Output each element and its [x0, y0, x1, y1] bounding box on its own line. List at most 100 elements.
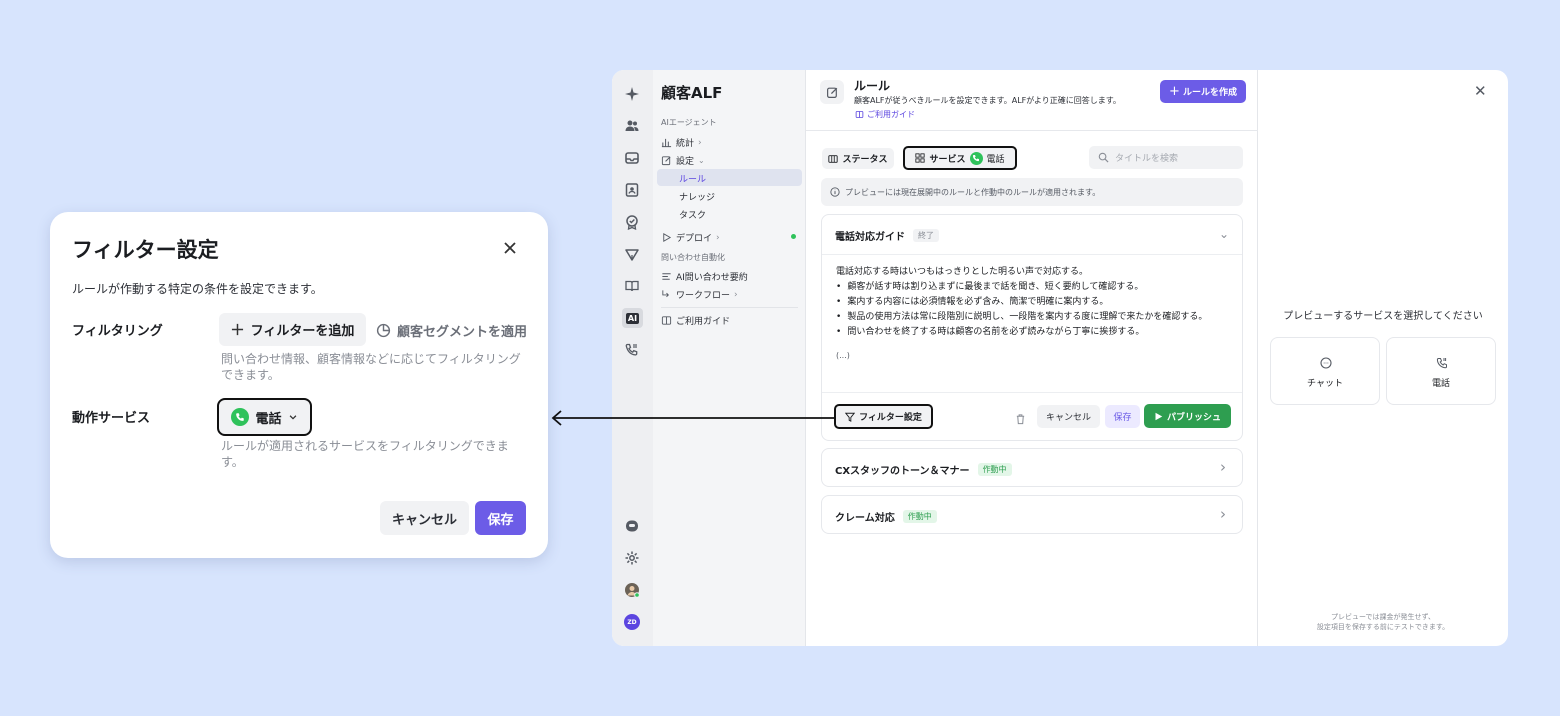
info-icon [830, 187, 840, 197]
search-icon [1098, 152, 1109, 163]
search-input[interactable]: タイトルを検索 [1089, 146, 1243, 169]
save-button[interactable]: 保存 [475, 501, 526, 535]
rule-title-row[interactable]: 電話対応ガイド 終了 [835, 228, 939, 243]
nav-sidebar: 顧客ALF AIエージェント 統計 › 設定 ⌄ ルール ナレッジ タスク デプロイ… [653, 70, 806, 646]
rule-title: CXスタッフのトーン＆マナー [835, 466, 970, 477]
rule-title: 電話対応ガイド [835, 232, 905, 243]
page-title: ルール [854, 79, 891, 93]
workflow-icon [662, 290, 669, 298]
divider [822, 254, 1242, 255]
chevron-right-icon: › [716, 232, 720, 243]
send-icon[interactable] [623, 246, 641, 264]
chevron-right-icon: › [698, 137, 702, 148]
service-filter-chip[interactable]: サービス 電話 [903, 146, 1017, 170]
section-automation: 問い合わせ自動化 [661, 253, 725, 262]
avatar[interactable] [623, 581, 641, 599]
divider [661, 307, 798, 308]
apply-segment-button[interactable]: 顧客セグメントを適用 [376, 321, 527, 340]
list-item: • 案内する内容には必須情報を必ず含み、簡潔で明確に案内する。 [836, 297, 1109, 307]
app-window: AI ZD 顧客ALF AIエージェント 統計 › 設定 ⌄ ルール ナレッジ タス… [612, 70, 1508, 646]
publish-button[interactable]: パブリッシュ [1144, 404, 1231, 428]
nav-item-deploy[interactable]: デプロイ › [661, 231, 720, 244]
nav-item-tasks[interactable]: タスク [679, 208, 706, 221]
gear-icon[interactable] [623, 549, 641, 567]
nav-item-knowledge[interactable]: ナレッジ [679, 190, 715, 203]
filter-settings-modal: フィルター設定 ルールが作動する特定の条件を設定できます。 フィルタリング フィ… [50, 212, 548, 558]
edit-icon [820, 80, 844, 104]
rule-card[interactable]: CXスタッフのトーン＆マナー 作動中 › [821, 448, 1243, 487]
nav-item-settings[interactable]: 設定 ⌄ [661, 154, 705, 167]
phone-icon [231, 408, 250, 426]
cancel-button[interactable]: キャンセル [380, 501, 469, 535]
chevron-right-icon: › [1220, 505, 1226, 523]
play-icon [1155, 412, 1163, 420]
grid-icon [915, 153, 926, 163]
plus-icon: + [1169, 84, 1180, 99]
workspace-logo[interactable]: ZD [623, 613, 641, 631]
divider [806, 130, 1258, 131]
preview-footnote: プレビューでは課金が発生せず、 設定項目を保存する前にテストできます。 [1316, 613, 1450, 631]
preview-notice: プレビューには現在展開中のルールと作動中のルールが適用されます。 [821, 178, 1243, 206]
list-item: • 顧客が話す時は割り込まずに最後まで話を聞き、短く要約して確認する。 [836, 282, 1144, 292]
bar-chart-icon [661, 138, 672, 148]
rule-title: クレーム対応 [835, 513, 895, 524]
filter-settings-button[interactable]: フィルター設定 [834, 404, 933, 429]
status-filter-chip[interactable]: ステータス [822, 148, 894, 169]
rule-card-expanded: 電話対応ガイド 終了 ⌄ 電話対応する時はいつもはっきりとした明るい声で対応する… [821, 214, 1243, 441]
list-item: • 製品の使用方法は常に段階別に説明し、一段階を案内する度に理解で来たかを確認する… [836, 312, 1208, 322]
create-rule-button[interactable]: + ルールを作成 [1160, 80, 1246, 103]
phone-call-icon[interactable] [623, 341, 641, 359]
modal-title: フィルター設定 [72, 238, 219, 262]
rule-card[interactable]: クレーム対応 作動中 › [821, 495, 1243, 534]
phone-icon [969, 151, 983, 165]
status-badge: 終了 [913, 229, 939, 242]
divider [822, 392, 1242, 393]
lines-icon [662, 273, 671, 280]
preview-phone-option[interactable]: 電話 [1386, 337, 1496, 405]
service-help: ルールが適用されるサービスをフィルタリングできます。 [221, 439, 509, 469]
trash-icon[interactable] [1015, 410, 1027, 425]
pie-chart-icon [376, 323, 391, 338]
sparkle-icon[interactable] [623, 85, 641, 103]
rules-panel: ルール 顧客ALFが従うべきルールを設定できます。ALFがより正確に回答します。… [806, 70, 1258, 646]
chevron-down-icon[interactable]: ⌄ [1219, 227, 1229, 241]
status-badge: 作動中 [977, 463, 1012, 476]
close-icon[interactable] [502, 240, 518, 256]
badge-icon[interactable] [623, 213, 641, 231]
book-icon [855, 111, 864, 118]
preview-prompt: プレビューするサービスを選択してください [1283, 311, 1483, 322]
chat-bubble-icon[interactable] [623, 517, 641, 535]
edit-icon [661, 156, 671, 166]
section-agent: AIエージェント [661, 118, 717, 127]
preview-panel: ✕ プレビューするサービスを選択してください チャット 電話 プレビューでは課金… [1258, 70, 1508, 646]
book-icon [661, 316, 672, 325]
filtering-label: フィルタリング [72, 324, 163, 339]
list-item: • 問い合わせを終了する時は顧客の名前を必ず読みながら丁寧に挨拶する。 [836, 327, 1145, 337]
users-icon[interactable] [623, 117, 641, 135]
nav-item-stats[interactable]: 統計 › [661, 136, 702, 149]
play-outline-icon [663, 233, 672, 242]
contact-icon[interactable] [623, 181, 641, 199]
preview-chat-option[interactable]: チャット [1270, 337, 1380, 405]
ai-icon[interactable]: AI [622, 308, 643, 328]
phone-call-icon [1436, 354, 1448, 373]
filtering-help: 問い合わせ情報、顧客情報などに応じてフィルタリングできます。 [221, 352, 521, 382]
nav-title: 顧客ALF [661, 84, 723, 102]
nav-item-guide[interactable]: ご利用ガイド [661, 314, 730, 327]
save-button[interactable]: 保存 [1105, 405, 1140, 428]
nav-item-workflow[interactable]: ワークフロー › [661, 288, 738, 301]
add-filter-button[interactable]: フィルターを追加 [219, 313, 366, 346]
rule-body[interactable]: 電話対応する時はいつもはっきりとした明るい声で対応する。 • 顧客が話す時は割り込… [836, 265, 1234, 363]
book-icon[interactable] [623, 277, 641, 295]
page-description: 顧客ALFが従うべきルールを設定できます。ALFがより正確に回答します。 [854, 96, 1121, 105]
modal-description: ルールが作動する特定の条件を設定できます。 [72, 282, 323, 296]
guide-link[interactable]: ご利用ガイド [855, 109, 915, 120]
cancel-button[interactable]: キャンセル [1037, 405, 1100, 428]
nav-item-ai-summary[interactable]: AI問い合わせ要約 [661, 270, 748, 283]
deploy-status-dot [791, 234, 796, 239]
service-select[interactable]: 電話 [217, 398, 312, 436]
inbox-icon[interactable] [623, 149, 641, 167]
close-icon[interactable]: ✕ [1474, 84, 1488, 99]
filter-icon [845, 412, 856, 422]
nav-item-rules[interactable]: ルール [679, 172, 706, 185]
